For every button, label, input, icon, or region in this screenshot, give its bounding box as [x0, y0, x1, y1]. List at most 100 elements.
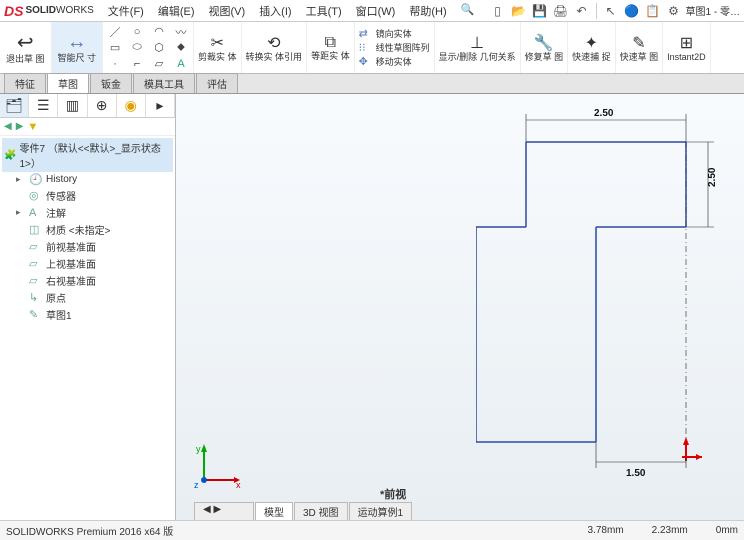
status-measure-2: 2.23mm — [652, 525, 688, 536]
sketch-drawing: 2.50 2.50 6 1.50 — [476, 102, 736, 482]
trim-button[interactable]: ✂ 剪裁实 体 — [194, 22, 242, 73]
relations-button[interactable]: ⊥ 显示/删除 几何关系 — [435, 22, 521, 73]
save-icon[interactable]: 💾 — [531, 2, 549, 20]
menu-file[interactable]: 文件(F) — [102, 1, 150, 21]
select-icon[interactable]: ↖ — [602, 2, 620, 20]
tab-moldtools[interactable]: 模具工具 — [133, 73, 195, 93]
line-icon[interactable]: ／ — [105, 24, 125, 40]
main-area: 🗂 ☰ ▥ ⊕ ◉ ▸ ◀ ▶ ▼ 🧩 零件7 （默认<<默认>_显示状态 1>… — [0, 94, 744, 520]
settings-icon[interactable]: ⚙ — [665, 2, 683, 20]
text-icon[interactable]: A — [171, 56, 191, 72]
instant2d-button[interactable]: ⊞ Instant2D — [663, 22, 711, 73]
rebuild-icon[interactable]: 🔵 — [623, 2, 641, 20]
tab-evaluate[interactable]: 评估 — [196, 73, 238, 93]
tree-back-icon[interactable]: ◀ — [4, 121, 12, 132]
feature-tree[interactable]: 🧩 零件7 （默认<<默认>_显示状态 1>） ▸🕘History ◎传感器 ▸… — [0, 136, 175, 520]
logo-text: SOLIDWORKS — [25, 5, 93, 16]
instant2d-icon: ⊞ — [680, 33, 693, 53]
spline-icon[interactable]: 〰 — [171, 24, 191, 40]
menu-view[interactable]: 视图(V) — [203, 1, 252, 21]
tab-model[interactable]: 模型 — [255, 502, 293, 520]
sketch-icon: ✎ — [29, 308, 43, 321]
slot-icon[interactable]: ⬭ — [127, 40, 147, 56]
separator — [596, 3, 597, 19]
tree-sketch1[interactable]: ✎草图1 — [2, 306, 173, 323]
filter-icon[interactable]: ▼ — [27, 121, 38, 133]
rapid-sketch-button[interactable]: ✎ 快速草 图 — [616, 22, 664, 73]
dimxpert-tab-icon[interactable]: ⊕ — [88, 94, 117, 117]
tree-root[interactable]: 🧩 零件7 （默认<<默认>_显示状态 1>） — [2, 138, 173, 172]
tab-sketch[interactable]: 草图 — [47, 73, 89, 93]
material-icon: ◫ — [29, 223, 43, 236]
smart-dimension-button[interactable]: ↔ 智能尺 寸 — [52, 22, 104, 73]
repair-button[interactable]: 🔧 修复草 图 — [521, 22, 569, 73]
trim-icon: ✂ — [211, 33, 224, 53]
ellipse-icon[interactable]: ⬥ — [171, 40, 191, 56]
sketch-tools-grid: ／ ○ ◠ 〰 ▭ ⬭ ⬡ ⬥ · ⌐ ▱ A — [103, 22, 194, 73]
arc-icon[interactable]: ◠ — [149, 24, 169, 40]
tree-material[interactable]: ◫材质 <未指定> — [2, 221, 173, 238]
view-triad[interactable]: x y z — [194, 442, 242, 490]
open-icon[interactable]: 📂 — [510, 2, 528, 20]
dimension-icon: ↔ — [67, 31, 87, 54]
ribbon: ↩ 退出草 图 ↔ 智能尺 寸 ／ ○ ◠ 〰 ▭ ⬭ ⬡ ⬥ · ⌐ ▱ A … — [0, 22, 744, 74]
tree-origin[interactable]: ↳原点 — [2, 289, 173, 306]
dim-top[interactable]: 2.50 — [594, 108, 614, 119]
move-icon: ✥ — [359, 55, 373, 68]
tree-annotations[interactable]: ▸A注解 — [2, 204, 173, 221]
exit-sketch-button[interactable]: ↩ 退出草 图 — [0, 22, 52, 73]
new-icon[interactable]: ▯ — [489, 2, 507, 20]
dim-right[interactable]: 2.50 — [707, 167, 718, 187]
feature-tree-tab-icon[interactable]: 🗂 — [0, 94, 29, 117]
undo-icon[interactable]: ↶ — [573, 2, 591, 20]
polygon-icon[interactable]: ⬡ — [149, 40, 169, 56]
svg-text:y: y — [196, 444, 201, 454]
circle-icon[interactable]: ○ — [127, 24, 147, 40]
tree-fwd-icon[interactable]: ▶ — [16, 121, 24, 132]
mirror-button[interactable]: ⇄镜向实体 — [359, 27, 430, 40]
origin-marker — [682, 437, 702, 461]
tree-top-plane[interactable]: ▱上视基准面 — [2, 255, 173, 272]
menu-help[interactable]: 帮助(H) — [403, 1, 452, 21]
rect-icon[interactable]: ▭ — [105, 40, 125, 56]
annotation-icon: A — [29, 207, 43, 219]
point-icon[interactable]: · — [105, 56, 125, 72]
tab-3dview[interactable]: 3D 视图 — [294, 502, 348, 520]
options-icon[interactable]: 📋 — [644, 2, 662, 20]
convert-button[interactable]: ⟲ 转换实 体引用 — [242, 22, 308, 73]
property-tab-icon[interactable]: ☰ — [29, 94, 58, 117]
print-icon[interactable]: 🖨 — [552, 2, 570, 20]
display-tab-icon[interactable]: ◉ — [117, 94, 146, 117]
config-tab-icon[interactable]: ▥ — [58, 94, 87, 117]
tab-motion[interactable]: 运动算例1 — [349, 502, 413, 520]
origin-icon: ↳ — [29, 291, 43, 304]
pattern-button[interactable]: ⁝⁝线性草图阵列 — [359, 41, 430, 54]
plane-icon[interactable]: ▱ — [149, 56, 169, 72]
move-button[interactable]: ✥移动实体 — [359, 55, 430, 68]
menu-insert[interactable]: 插入(I) — [253, 1, 297, 21]
status-measure-3: 0mm — [716, 525, 738, 536]
quicksnap-button[interactable]: ✦ 快速捕 捉 — [568, 22, 616, 73]
dim-bottom[interactable]: 1.50 — [626, 468, 646, 479]
more-tab-icon[interactable]: ▸ — [146, 94, 175, 117]
menu-search-icon[interactable]: 🔍 — [455, 1, 481, 21]
tab-sheetmetal[interactable]: 钣金 — [90, 73, 132, 93]
status-measure-1: 3.78mm — [588, 525, 624, 536]
menu-window[interactable]: 窗口(W) — [350, 1, 402, 21]
tree-history[interactable]: ▸🕘History — [2, 172, 173, 187]
graphics-area[interactable]: 2.50 2.50 6 1.50 x y z * — [176, 94, 744, 520]
menu-tools[interactable]: 工具(T) — [300, 1, 348, 21]
feature-manager: 🗂 ☰ ▥ ⊕ ◉ ▸ ◀ ▶ ▼ 🧩 零件7 （默认<<默认>_显示状态 1>… — [0, 94, 176, 520]
tab-features[interactable]: 特征 — [4, 73, 46, 93]
manager-tabs: 🗂 ☰ ▥ ⊕ ◉ ▸ — [0, 94, 175, 118]
offset-button[interactable]: ⧉ 等距实 体 — [307, 22, 355, 73]
tree-front-plane[interactable]: ▱前视基准面 — [2, 238, 173, 255]
tree-sensors[interactable]: ◎传感器 — [2, 187, 173, 204]
tab-scroll[interactable]: ◀ ▶ — [194, 502, 254, 520]
status-version: SOLIDWORKS Premium 2016 x64 版 — [6, 523, 173, 538]
menu-edit[interactable]: 编辑(E) — [152, 1, 201, 21]
fillet-icon[interactable]: ⌐ — [127, 56, 147, 72]
plane-icon: ▱ — [29, 257, 43, 270]
tree-right-plane[interactable]: ▱右视基准面 — [2, 272, 173, 289]
quick-access-toolbar: ▯ 📂 💾 🖨 ↶ ↖ 🔵 📋 ⚙ 草图1 - 零… — [489, 2, 740, 20]
